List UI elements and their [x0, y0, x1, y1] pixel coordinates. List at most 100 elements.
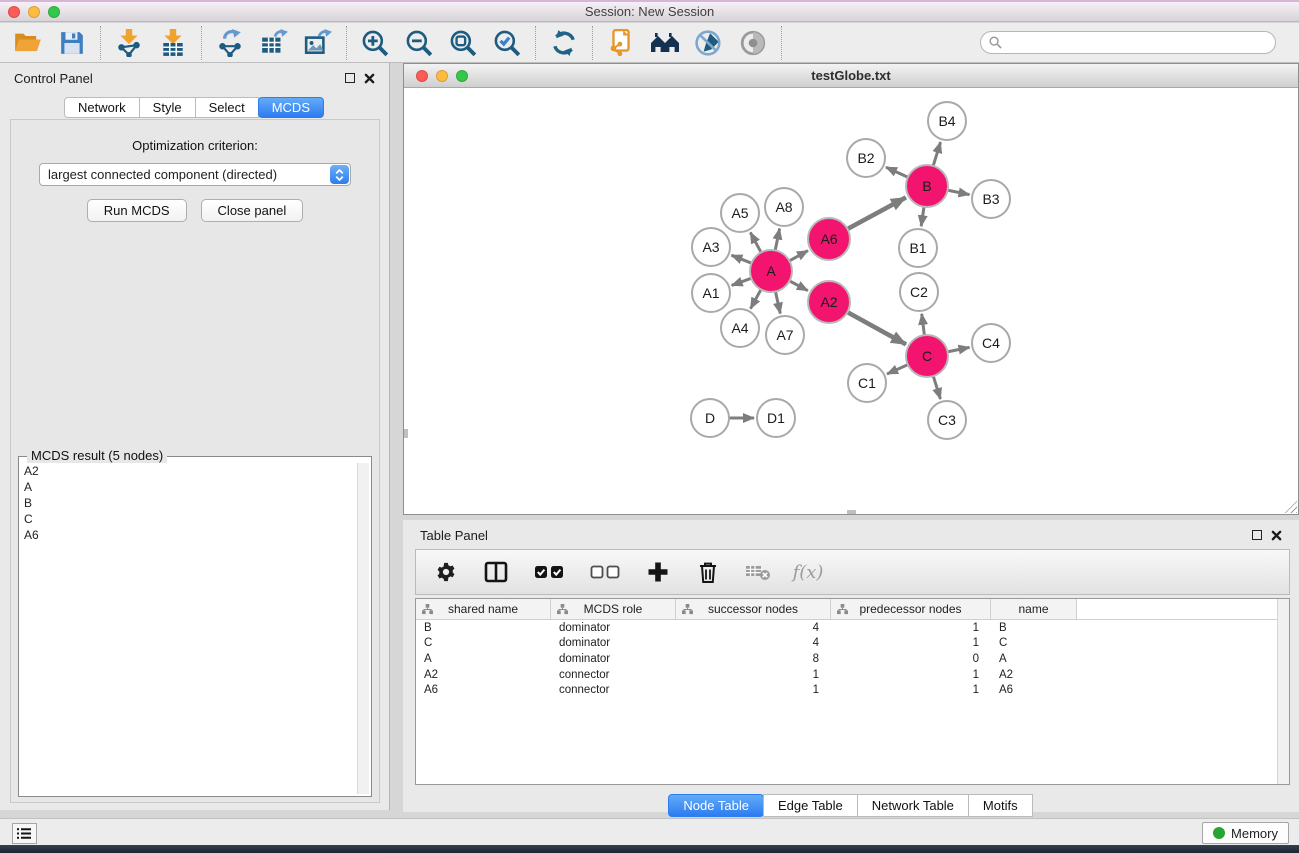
mcds-result-item[interactable]: A6 [24, 527, 355, 543]
node-A3[interactable]: A3 [692, 228, 730, 266]
column-header-MCDS-role[interactable]: MCDS role [551, 599, 676, 619]
tab-edge-table[interactable]: Edge Table [763, 794, 858, 817]
table-float-panel-icon[interactable] [1252, 530, 1262, 540]
node-A[interactable]: A [750, 250, 792, 292]
table-cell[interactable]: 1 [831, 669, 991, 681]
table-cell[interactable]: A6 [991, 684, 1077, 696]
node-B1[interactable]: B1 [899, 229, 937, 267]
float-panel-icon[interactable] [345, 73, 355, 83]
node-C[interactable]: C [906, 335, 948, 377]
table-cell[interactable]: C [416, 637, 551, 649]
network-canvas[interactable]: AA1A2A3A4A5A6A7A8BB1B2B3B4CC1C2C3C4DD1 [404, 88, 1298, 514]
table-cell[interactable]: 1 [831, 684, 991, 696]
hide-graphics-details-icon[interactable] [694, 28, 724, 58]
node-A4[interactable]: A4 [721, 309, 759, 347]
table-close-panel-icon[interactable] [1271, 530, 1282, 541]
tab-network[interactable]: Network [64, 97, 140, 118]
zoom-in-icon[interactable] [360, 28, 390, 58]
open-file-icon[interactable] [13, 28, 43, 58]
function-builder-icon[interactable]: f(x) [794, 558, 822, 586]
node-A5[interactable]: A5 [721, 194, 759, 232]
table-cell[interactable]: 8 [676, 653, 831, 665]
node-table-body[interactable]: Bdominator41BCdominator41CAdominator80AA… [416, 620, 1289, 698]
node-A1[interactable]: A1 [692, 274, 730, 312]
node-A8[interactable]: A8 [765, 188, 803, 226]
close-panel-button[interactable]: Close panel [201, 199, 304, 222]
table-cell[interactable]: B [991, 622, 1077, 634]
minimize-window-button[interactable] [28, 6, 40, 18]
table-row[interactable]: Adominator80A [416, 651, 1289, 667]
delete-table-icon[interactable] [744, 558, 772, 586]
table-cell[interactable]: dominator [551, 653, 676, 665]
show-graphics-details-icon[interactable] [738, 28, 768, 58]
node-A6[interactable]: A6 [808, 218, 850, 260]
search-field[interactable] [980, 31, 1276, 54]
table-cell[interactable]: 1 [831, 637, 991, 649]
show-columns-icon[interactable] [482, 558, 510, 586]
table-row[interactable]: A6connector11A6 [416, 682, 1289, 698]
mcds-result-list[interactable]: A2ABCA6 [21, 463, 355, 794]
table-cell[interactable]: 1 [676, 669, 831, 681]
table-cell[interactable]: dominator [551, 637, 676, 649]
table-cell[interactable]: A6 [416, 684, 551, 696]
node-A2[interactable]: A2 [808, 281, 850, 323]
network-close-button[interactable] [416, 70, 428, 82]
select-all-icon[interactable] [532, 558, 566, 586]
table-cell[interactable]: connector [551, 669, 676, 681]
table-cell[interactable]: dominator [551, 622, 676, 634]
network-graph[interactable]: AA1A2A3A4A5A6A7A8BB1B2B3B4CC1C2C3C4DD1 [404, 88, 1298, 514]
tab-select[interactable]: Select [195, 97, 259, 118]
mcds-result-scrollbar[interactable] [357, 463, 369, 794]
export-table-icon[interactable] [259, 28, 289, 58]
close-window-button[interactable] [8, 6, 20, 18]
apply-layout-icon[interactable] [549, 28, 579, 58]
table-cell[interactable]: 1 [831, 622, 991, 634]
tab-mcds[interactable]: MCDS [258, 97, 324, 118]
import-network-icon[interactable] [114, 28, 144, 58]
table-scrollbar[interactable] [1277, 599, 1289, 784]
table-cell[interactable]: A [416, 653, 551, 665]
node-table-header[interactable]: shared nameMCDS rolesuccessor nodesprede… [416, 599, 1289, 620]
mcds-result-item[interactable]: A [24, 479, 355, 495]
network-window-titlebar[interactable]: testGlobe.txt [404, 64, 1298, 88]
criterion-dropdown[interactable]: largest connected component (directed) [39, 163, 351, 186]
zoom-fit-icon[interactable] [448, 28, 478, 58]
mcds-result-item[interactable]: C [24, 511, 355, 527]
table-cell[interactable]: 0 [831, 653, 991, 665]
table-cell[interactable]: connector [551, 684, 676, 696]
table-cell[interactable]: 1 [676, 684, 831, 696]
zoom-out-icon[interactable] [404, 28, 434, 58]
mcds-result-item[interactable]: A2 [24, 463, 355, 479]
tab-network-table[interactable]: Network Table [857, 794, 969, 817]
task-history-button[interactable] [12, 823, 37, 844]
node-A7[interactable]: A7 [766, 316, 804, 354]
table-cell[interactable]: A [991, 653, 1077, 665]
zoom-selected-icon[interactable] [492, 28, 522, 58]
add-column-icon[interactable] [644, 558, 672, 586]
tab-motifs[interactable]: Motifs [968, 794, 1033, 817]
table-cell[interactable]: A2 [991, 669, 1077, 681]
settings-gear-icon[interactable] [432, 558, 460, 586]
import-table-icon[interactable] [158, 28, 188, 58]
tab-node-table[interactable]: Node Table [668, 794, 764, 817]
node-D[interactable]: D [691, 399, 729, 437]
run-mcds-button[interactable]: Run MCDS [87, 199, 187, 222]
column-header-successor-nodes[interactable]: successor nodes [676, 599, 831, 619]
window-controls[interactable] [8, 6, 60, 18]
table-cell[interactable]: 4 [676, 637, 831, 649]
table-cell[interactable]: 4 [676, 622, 831, 634]
network-minimize-button[interactable] [436, 70, 448, 82]
node-B4[interactable]: B4 [928, 102, 966, 140]
node-B3[interactable]: B3 [972, 180, 1010, 218]
table-row[interactable]: A2connector11A2 [416, 667, 1289, 683]
save-session-icon[interactable] [57, 28, 87, 58]
export-image-icon[interactable] [303, 28, 333, 58]
node-C3[interactable]: C3 [928, 401, 966, 439]
memory-button[interactable]: Memory [1202, 822, 1289, 844]
node-D1[interactable]: D1 [757, 399, 795, 437]
node-B2[interactable]: B2 [847, 139, 885, 177]
close-panel-icon[interactable] [364, 73, 375, 84]
delete-column-icon[interactable] [694, 558, 722, 586]
export-network-icon[interactable] [215, 28, 245, 58]
node-C1[interactable]: C1 [848, 364, 886, 402]
